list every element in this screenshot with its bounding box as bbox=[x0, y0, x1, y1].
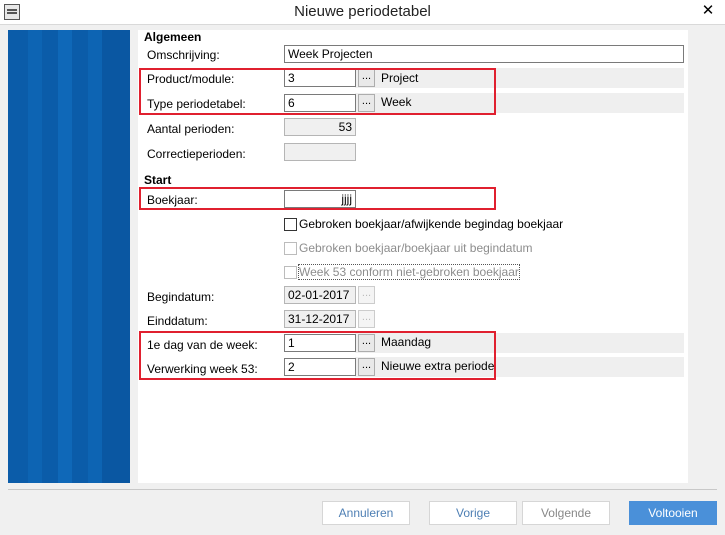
correction-periods-label: Correctieperioden: bbox=[147, 147, 246, 161]
close-button[interactable]: ✕ bbox=[695, 2, 721, 20]
start-date-lookup-button: ... bbox=[358, 286, 375, 304]
cancel-button[interactable]: Annuleren bbox=[322, 501, 410, 525]
end-date-label: Einddatum: bbox=[147, 314, 208, 328]
section-start-heading: Start bbox=[144, 173, 172, 187]
description-label: Omschrijving: bbox=[147, 48, 220, 62]
broken-year-from-date-checkbox bbox=[284, 242, 297, 255]
finish-button[interactable]: Voltooien bbox=[629, 501, 717, 525]
wizard-sidebar-banner bbox=[8, 30, 130, 483]
description-input[interactable]: Week Projecten bbox=[284, 45, 684, 63]
window-title: Nieuwe periodetabel bbox=[294, 3, 431, 20]
num-periods-value: 53 bbox=[284, 118, 356, 136]
highlight-box-fiscal-year bbox=[139, 187, 496, 210]
start-date-label: Begindatum: bbox=[147, 290, 215, 304]
section-general-heading: Algemeen bbox=[144, 30, 202, 44]
num-periods-label: Aantal perioden: bbox=[147, 122, 235, 136]
end-date-input: 31-12-2017 bbox=[284, 310, 356, 328]
previous-button[interactable]: Vorige bbox=[429, 501, 517, 525]
footer-divider bbox=[8, 489, 717, 490]
broken-year-start-day-checkbox[interactable] bbox=[284, 218, 297, 231]
broken-year-start-day-label[interactable]: Gebroken boekjaar/afwijkende begindag bo… bbox=[299, 217, 563, 231]
highlight-box-week-settings bbox=[139, 331, 496, 380]
broken-year-from-date-label: Gebroken boekjaar/boekjaar uit begindatu… bbox=[299, 241, 533, 255]
end-date-lookup-button: ... bbox=[358, 310, 375, 328]
correction-periods-input bbox=[284, 143, 356, 161]
next-button: Volgende bbox=[522, 501, 610, 525]
week53-conform-checkbox bbox=[284, 266, 297, 279]
week53-conform-label: Week 53 conform niet-gebroken boekjaar bbox=[298, 264, 520, 280]
start-date-input: 02-01-2017 bbox=[284, 286, 356, 304]
highlight-box-product-type bbox=[139, 68, 496, 115]
